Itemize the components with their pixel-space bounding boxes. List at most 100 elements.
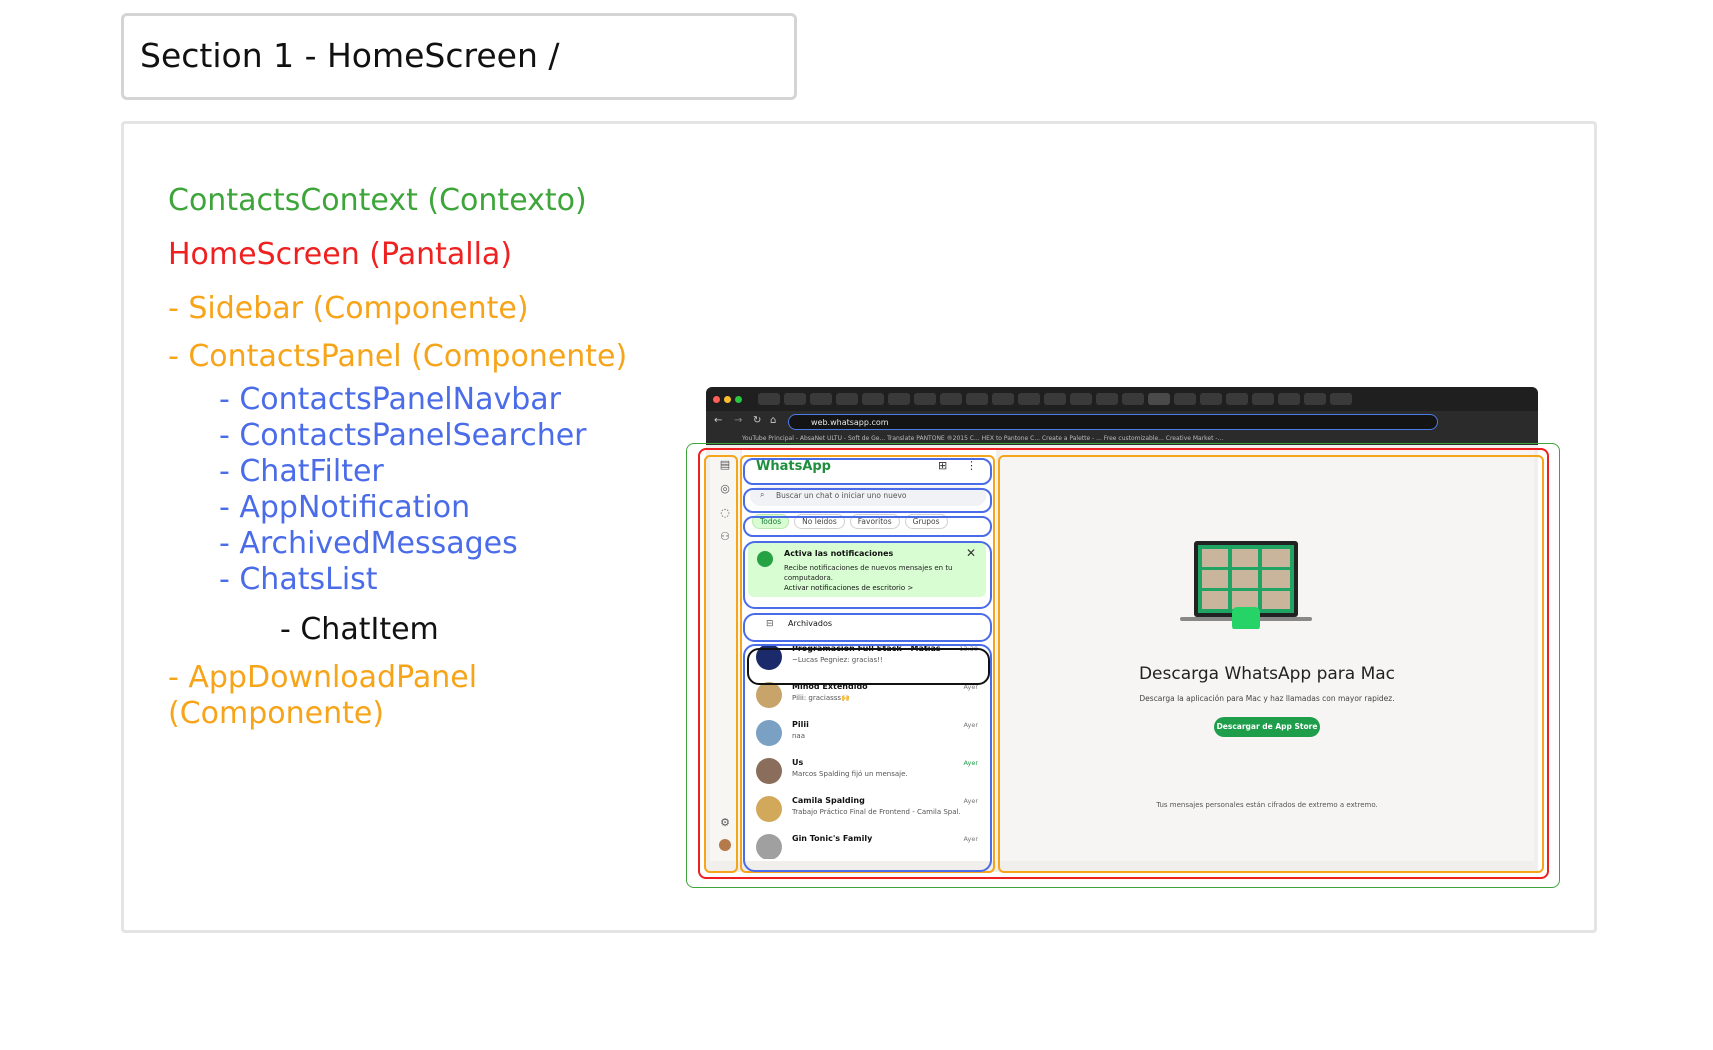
browser-tab-active[interactable] (1148, 393, 1170, 405)
chat-message: Pilii: graciasss🙌 (792, 694, 850, 702)
chat-item[interactable]: Pilii naa Ayer (748, 715, 988, 753)
browser-tab[interactable] (1174, 393, 1196, 405)
label-home-screen: HomeScreen (Pantalla) (168, 237, 513, 272)
browser-tab[interactable] (888, 393, 910, 405)
chat-time: Ayer (963, 759, 978, 767)
chats-icon[interactable]: ▤ (719, 459, 731, 471)
new-chat-icon[interactable]: ⊞ (938, 459, 947, 472)
label-contacts-panel: - ContactsPanel (Componente) (168, 339, 628, 374)
browser-tab[interactable] (758, 393, 780, 405)
channels-icon[interactable]: ◌ (719, 507, 731, 519)
whatsapp-app: ▤ ◎ ◌ ⚇ ⚙ WhatsApp ⊞ ⋮ Buscar un chat o … (706, 445, 1538, 872)
reload-icon[interactable]: ↻ (753, 415, 761, 426)
notification-bell-icon (757, 551, 773, 567)
chat-time: Ayer (963, 683, 978, 691)
chat-name: Us (792, 758, 804, 767)
label-app-download-panel: - AppDownloadPanel (168, 660, 478, 695)
archive-icon: ⊟ (766, 619, 774, 629)
browser-tab[interactable] (1122, 393, 1144, 405)
avatar (756, 796, 782, 822)
menu-icon[interactable]: ⋮ (966, 459, 977, 472)
close-icon[interactable]: ✕ (966, 546, 976, 560)
forward-icon[interactable]: → (734, 415, 742, 426)
browser-tab[interactable] (966, 393, 988, 405)
chat-item[interactable]: Gin Tonic's Family Ayer (748, 829, 988, 859)
chat-message: Trabajo Práctico Final de Frontend - Cam… (792, 808, 960, 816)
filter-no-leidos[interactable]: No leídos (794, 514, 845, 529)
label-app-notification: - AppNotification (219, 490, 471, 525)
chat-time: 13:30 (959, 645, 978, 653)
search-input[interactable]: Buscar un chat o iniciar uno nuevo (750, 486, 986, 506)
whatsapp-sidebar: ▤ ◎ ◌ ⚇ ⚙ (710, 449, 740, 861)
app-download-panel: Descarga WhatsApp para Mac Descarga la a… (1000, 449, 1534, 861)
settings-gear-icon[interactable]: ⚙ (719, 817, 731, 829)
browser-tab[interactable] (836, 393, 858, 405)
back-icon[interactable]: ← (714, 415, 722, 426)
browser-tab[interactable] (1278, 393, 1300, 405)
chat-time: Ayer (963, 797, 978, 805)
contacts-panel: WhatsApp ⊞ ⋮ Buscar un chat o iniciar un… (742, 449, 996, 861)
status-icon[interactable]: ◎ (719, 483, 731, 495)
whatsapp-screenshot: ← → ↻ ⌂ web.whatsapp.com YouTube Princip… (706, 387, 1538, 872)
chat-item[interactable]: Us Marcos Spalding fijó un mensaje. Ayer (748, 753, 988, 791)
app-store-download-button[interactable]: Descargar de App Store (1214, 717, 1320, 737)
chat-name: Pilii (792, 720, 809, 729)
whatsapp-title: WhatsApp (756, 459, 831, 474)
chat-item[interactable]: Programación Full Stack - Matías Gim... … (748, 639, 988, 677)
browser-tab[interactable] (1304, 393, 1326, 405)
download-title: Descarga WhatsApp para Mac (1138, 664, 1396, 684)
browser-tab[interactable] (1044, 393, 1066, 405)
browser-tab[interactable] (1330, 393, 1352, 405)
avatar (756, 758, 782, 784)
chat-message: naa (792, 732, 806, 740)
browser-tab[interactable] (810, 393, 832, 405)
browser-tab-bar (706, 387, 1538, 411)
chat-item[interactable]: Minod Extendido Pilii: graciasss🙌 Ayer (748, 677, 988, 715)
chat-name: Gin Tonic's Family (792, 834, 873, 843)
browser-tab[interactable] (1018, 393, 1040, 405)
profile-avatar[interactable] (719, 839, 731, 851)
address-bar[interactable]: web.whatsapp.com (788, 414, 1438, 430)
minimize-dot-icon (724, 396, 731, 403)
communities-icon[interactable]: ⚇ (719, 531, 731, 543)
chat-name: Minod Extendido (792, 682, 868, 691)
browser-tab[interactable] (1226, 393, 1248, 405)
avatar (756, 682, 782, 708)
maximize-dot-icon (735, 396, 742, 403)
filter-favoritos[interactable]: Favoritos (849, 514, 900, 529)
label-chat-item: - ChatItem (280, 612, 439, 647)
chat-name: Camila Spalding (792, 796, 865, 805)
filter-todos[interactable]: Todos (752, 514, 790, 529)
browser-tab[interactable] (1096, 393, 1118, 405)
browser-tab[interactable] (992, 393, 1014, 405)
browser-tab[interactable] (784, 393, 806, 405)
chat-message: Marcos Spalding fijó un mensaje. (792, 770, 908, 778)
browser-tab[interactable] (1200, 393, 1222, 405)
download-subtitle: Descarga la aplicación para Mac y haz ll… (1139, 694, 1395, 703)
browser-tab[interactable] (862, 393, 884, 405)
label-chat-filter: - ChatFilter (219, 454, 384, 489)
avatar (756, 834, 782, 859)
section-title: Section 1 - HomeScreen / ContactScreen (121, 13, 797, 155)
browser-tab[interactable] (914, 393, 936, 405)
filter-grupos[interactable]: Grupos (904, 514, 948, 529)
label-app-download-panel-type: (Componente) (168, 696, 385, 731)
notification-link[interactable]: Activar notificaciones de escritorio > (784, 584, 913, 592)
browser-tab[interactable] (1252, 393, 1274, 405)
label-chats-list: - ChatsList (219, 562, 378, 597)
chat-name: Programación Full Stack - Matías Gim... (792, 644, 942, 653)
home-icon[interactable]: ⌂ (770, 415, 776, 426)
chat-time: Ayer (963, 835, 978, 843)
chat-item[interactable]: Camila Spalding Trabajo Práctico Final d… (748, 791, 988, 829)
browser-tab[interactable] (940, 393, 962, 405)
chat-time: Ayer (963, 721, 978, 729)
bookmarks-bar: YouTube Principal - AbsaNet ULTU - Soft … (706, 433, 1538, 445)
label-sidebar: - Sidebar (Componente) (168, 291, 529, 326)
close-dot-icon (713, 396, 720, 403)
laptop-video-call-illustration (1180, 541, 1312, 629)
browser-tab[interactable] (1070, 393, 1092, 405)
label-contacts-panel-navbar: - ContactsPanelNavbar (219, 382, 561, 417)
label-contacts-panel-searcher: - ContactsPanelSearcher (219, 418, 587, 453)
archived-row[interactable]: Archivados (752, 614, 988, 634)
address-bar-row: ← → ↻ ⌂ web.whatsapp.com (706, 411, 1538, 433)
